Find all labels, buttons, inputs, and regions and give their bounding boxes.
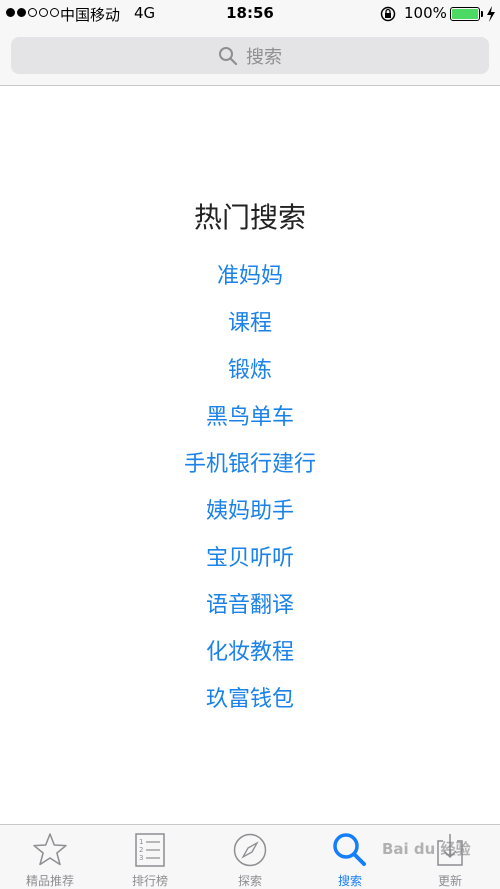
hot-search-item[interactable]: 课程 xyxy=(0,305,500,352)
app-store-search-screen: 中国移动 4G 18:56 100% 搜索 热门搜索 准妈妈 课程 锻炼 黑鸟单… xyxy=(0,0,500,889)
compass-icon xyxy=(233,833,267,867)
tab-label: 排行榜 xyxy=(131,874,168,888)
hot-searches-title: 热门搜索 xyxy=(193,201,306,234)
search-icon xyxy=(333,833,366,866)
hot-search-item[interactable]: 语音翻译 xyxy=(0,587,500,634)
search-header: 搜索 xyxy=(0,28,500,86)
hot-search-item[interactable]: 化妆教程 xyxy=(0,634,500,681)
hot-search-item[interactable]: 锻炼 xyxy=(0,352,500,399)
list-icon: 1 2 3 xyxy=(135,833,165,867)
svg-text:1: 1 xyxy=(139,838,143,846)
svg-text:2: 2 xyxy=(139,846,143,854)
hot-search-item[interactable]: 黑鸟单车 xyxy=(0,399,500,446)
star-icon xyxy=(33,833,67,866)
tab-featured[interactable]: 精品推荐 xyxy=(0,825,100,889)
battery-tip xyxy=(481,11,483,17)
charging-icon xyxy=(487,6,495,22)
svg-text:3: 3 xyxy=(139,854,143,862)
hot-search-item[interactable]: 姨妈助手 xyxy=(0,493,500,540)
hot-searches-list: 准妈妈 课程 锻炼 黑鸟单车 手机银行建行 姨妈助手 宝贝听听 语音翻译 化妆教… xyxy=(0,258,500,728)
hot-search-item[interactable]: 玖富钱包 xyxy=(0,681,500,728)
hot-search-item[interactable]: 手机银行建行 xyxy=(0,446,500,493)
battery-icon xyxy=(450,7,480,21)
tab-label: 探索 xyxy=(237,874,262,888)
battery-percentage: 100% xyxy=(404,4,447,22)
search-placeholder: 搜索 xyxy=(246,46,282,68)
search-input[interactable]: 搜索 xyxy=(11,37,489,74)
tab-explore[interactable]: 探索 xyxy=(200,825,300,889)
hot-search-item[interactable]: 准妈妈 xyxy=(0,258,500,305)
tab-label: 更新 xyxy=(437,874,462,888)
rotation-lock-icon xyxy=(380,6,396,22)
hot-search-item[interactable]: 宝贝听听 xyxy=(0,540,500,587)
tab-label: 精品推荐 xyxy=(25,874,74,888)
tab-top-charts[interactable]: 1 2 3 排行榜 xyxy=(100,825,200,889)
tab-label: 搜索 xyxy=(337,874,362,888)
watermark: Bai du 经验 xyxy=(382,840,471,858)
status-bar: 中国移动 4G 18:56 100% xyxy=(0,0,500,28)
search-icon xyxy=(219,46,238,65)
